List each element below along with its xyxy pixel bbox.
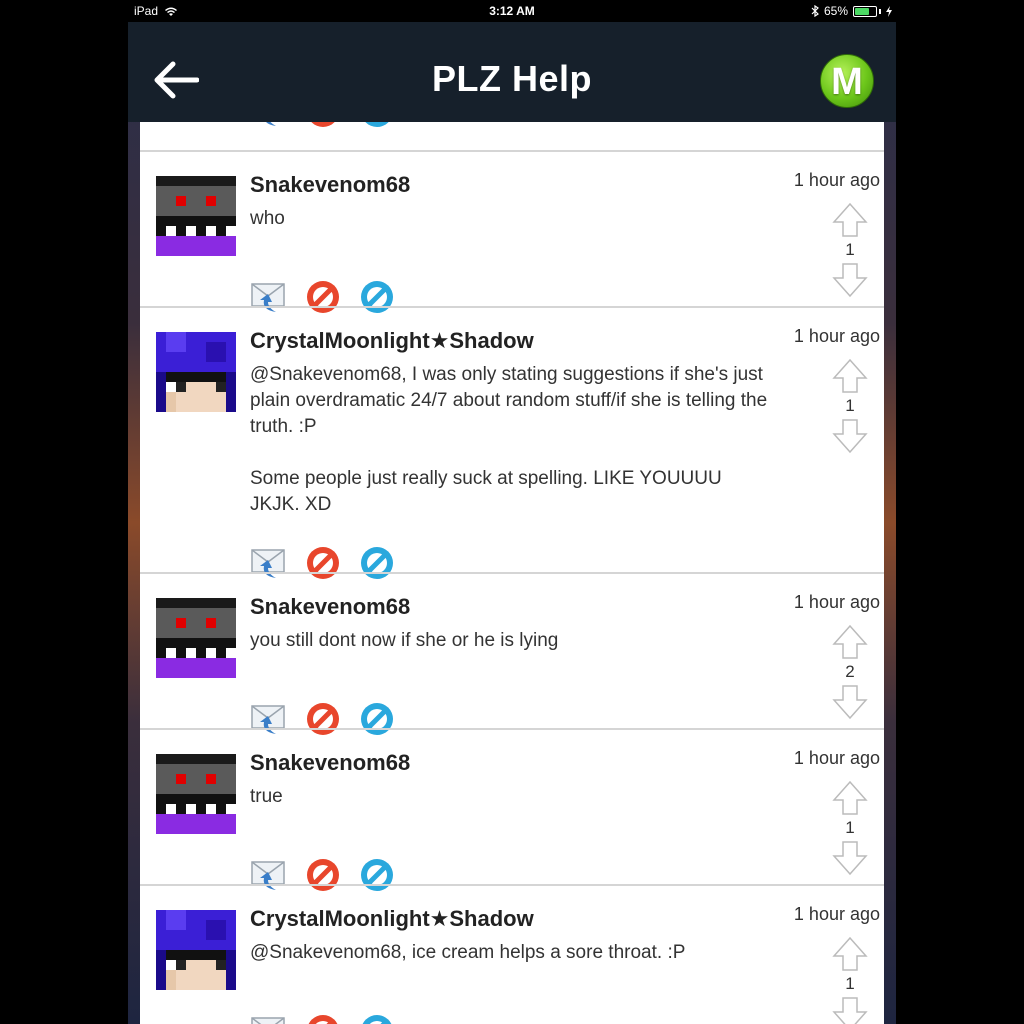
comment-item: CrystalMoonlight★Shadow @Snakevenom68, i…: [140, 884, 884, 1024]
comment-timestamp: 1 hour ago: [793, 748, 880, 768]
vote-control: 1: [830, 778, 870, 878]
upvote-arrow-icon[interactable]: [830, 934, 870, 972]
comment-timestamp: 1 hour ago: [793, 326, 880, 346]
page-title: PLZ Help: [431, 58, 592, 99]
nav-bar: PLZ Help M: [128, 22, 896, 122]
comment-username[interactable]: Snakevenom68: [250, 594, 770, 624]
avatar-snake[interactable]: [156, 598, 236, 678]
comment-item: CrystalMoonlight★Shadow @Snakevenom68, I…: [140, 306, 884, 579]
comment-username[interactable]: CrystalMoonlight★Shadow: [250, 328, 770, 358]
comment-timestamp: 1 hour ago: [793, 904, 880, 924]
vote-count: 1: [845, 974, 855, 993]
vote-control: 1: [830, 356, 870, 456]
downvote-arrow-icon[interactable]: [830, 840, 870, 878]
upvote-arrow-icon[interactable]: [830, 622, 870, 660]
vote-count: 1: [845, 396, 855, 415]
avatar-snake[interactable]: [156, 754, 236, 834]
vote-control: 1: [830, 200, 870, 300]
comment-username[interactable]: Snakevenom68: [250, 172, 770, 202]
vote-count: 2: [845, 662, 855, 681]
comment-item: Snakevenom68 you still dont now if she o…: [140, 572, 884, 735]
comment-username[interactable]: CrystalMoonlight★Shadow: [250, 906, 770, 936]
comment-username[interactable]: Snakevenom68: [250, 750, 770, 780]
vote-count: 1: [845, 240, 855, 259]
comment-timestamp: 1 hour ago: [793, 170, 880, 190]
comment-item: Snakevenom68 who 1 hour ago 1: [140, 150, 884, 313]
vote-count: 1: [845, 818, 855, 837]
status-bar: iPad 3:12 AM 65%: [0, 0, 1024, 22]
upvote-arrow-icon[interactable]: [830, 356, 870, 394]
upvote-arrow-icon[interactable]: [830, 200, 870, 238]
app-logo-button[interactable]: M: [820, 54, 874, 108]
battery-icon: [853, 5, 877, 17]
comments-list: Snakevenom68 who 1 hour ago 1 CrystalMoo…: [140, 122, 884, 1024]
downvote-arrow-icon[interactable]: [830, 418, 870, 456]
downvote-arrow-icon[interactable]: [830, 262, 870, 300]
reply-mail-icon[interactable]: [250, 1012, 288, 1024]
reply-mail-icon[interactable]: [250, 122, 288, 130]
comment-text: @Snakevenom68, I was only stating sugges…: [250, 364, 768, 515]
battery-percent: 65%: [823, 4, 848, 18]
flag-icon[interactable]: [358, 122, 396, 130]
app-window: PLZ Help M Snakevenom68 who 1 hour ago 1…: [128, 22, 896, 1024]
comment-item: Snakevenom68 true 1 hour ago 1: [140, 728, 884, 891]
comment-partial: [140, 122, 884, 150]
comment-text: who: [250, 208, 285, 229]
avatar-crystal[interactable]: [156, 910, 236, 990]
comment-timestamp: 1 hour ago: [793, 592, 880, 612]
downvote-arrow-icon[interactable]: [830, 996, 870, 1024]
bluetooth-icon: [811, 5, 819, 17]
flag-icon[interactable]: [358, 1012, 396, 1024]
vote-control: 2: [830, 622, 870, 722]
upvote-arrow-icon[interactable]: [830, 778, 870, 816]
block-icon[interactable]: [304, 122, 342, 130]
comment-text: true: [250, 786, 283, 807]
comment-text: @Snakevenom68, ice cream helps a sore th…: [250, 942, 686, 963]
avatar-snake[interactable]: [156, 176, 236, 256]
charging-icon: [886, 5, 892, 17]
downvote-arrow-icon[interactable]: [830, 684, 870, 722]
block-icon[interactable]: [304, 1012, 342, 1024]
avatar-crystal[interactable]: [156, 332, 236, 412]
comment-text: you still dont now if she or he is lying: [250, 630, 559, 651]
comments-feed[interactable]: Snakevenom68 who 1 hour ago 1 CrystalMoo…: [140, 122, 884, 1024]
vote-control: 1: [830, 934, 870, 1024]
